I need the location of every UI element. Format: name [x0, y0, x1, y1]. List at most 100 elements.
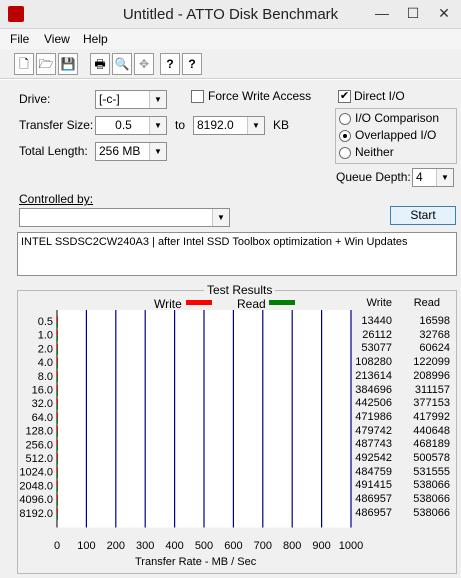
menu-bar: File View Help: [0, 29, 461, 49]
description-text: INTEL SSDSC2CW240A3 | after Intel SSD To…: [21, 236, 408, 248]
chevron-down-icon[interactable]: ▼: [149, 117, 166, 134]
read-value: 538066: [413, 506, 450, 519]
read-value: 60624: [419, 342, 450, 355]
x-tick-label: 400: [165, 540, 184, 552]
read-bar: [57, 459, 58, 465]
force-write-checkbox[interactable]: [191, 90, 204, 103]
help-icon[interactable]: ?: [160, 53, 180, 75]
read-value: 500578: [413, 452, 450, 464]
transfer-from-value: 0.5: [115, 118, 132, 132]
write-value: 108280: [355, 356, 392, 369]
write-value: 487743: [355, 438, 392, 451]
open-folder-icon[interactable]: 🗁: [36, 53, 56, 75]
print-preview-icon[interactable]: 🔍: [112, 53, 132, 75]
read-bar: [57, 322, 58, 328]
write-value: 384696: [355, 383, 392, 396]
chevron-down-icon[interactable]: ▼: [149, 91, 166, 108]
minimize-button[interactable]: —: [367, 0, 397, 26]
category-label: 8.0: [38, 371, 53, 383]
legend-write-label: Write: [154, 297, 182, 311]
menu-file[interactable]: File: [10, 32, 29, 46]
x-tick-label: 100: [77, 540, 96, 552]
x-axis-label: Transfer Rate - MB / Sec: [135, 556, 257, 568]
x-tick-label: 800: [283, 540, 302, 552]
read-value: 417992: [413, 410, 450, 423]
write-bar: [57, 426, 58, 432]
x-tick-label: 1000: [338, 540, 364, 552]
x-axis-ticks: 0 100 200 300 400 500 600 700 800 900 1000: [0, 540, 461, 556]
maximize-button[interactable]: ☐: [398, 0, 428, 26]
save-icon[interactable]: 💾: [58, 53, 78, 75]
read-bar: [57, 445, 58, 451]
category-label: 2048.0: [19, 480, 53, 492]
transfer-to-select[interactable]: 8192.0 ▼: [193, 116, 265, 135]
close-button[interactable]: ✕: [429, 0, 459, 26]
category-label: 32.0: [32, 398, 53, 410]
chevron-down-icon[interactable]: ▼: [436, 169, 453, 186]
queue-depth-select[interactable]: 4 ▼: [412, 168, 454, 187]
transfer-from-select[interactable]: 0.5 ▼: [95, 116, 167, 135]
x-tick-label: 200: [106, 540, 125, 552]
transfer-to-value: 8192.0: [197, 118, 234, 132]
io-comparison-radio[interactable]: [339, 113, 351, 125]
write-value: 213614: [355, 369, 392, 382]
write-bar: [57, 385, 58, 391]
description-textbox[interactable]: INTEL SSDSC2CW240A3 | after Intel SSD To…: [17, 232, 457, 276]
results-table: 13440 16598 26112 32768 53077 60624 108280 1220…: [340, 310, 455, 530]
new-file-icon[interactable]: 🗋: [14, 53, 34, 75]
column-header-read: Read: [413, 297, 440, 309]
controlled-by-select[interactable]: ▼: [19, 208, 230, 227]
category-label: 64.0: [32, 412, 53, 424]
drive-label: Drive:: [19, 92, 51, 106]
write-bar: [57, 508, 58, 514]
menu-help[interactable]: Help: [83, 32, 108, 46]
read-bar: [57, 500, 58, 506]
drive-select[interactable]: [-c-] ▼: [95, 90, 167, 109]
neither-radio[interactable]: [339, 147, 351, 159]
direct-io-label: Direct I/O: [354, 89, 405, 103]
write-bar: [57, 316, 58, 322]
write-value: 13440: [361, 315, 392, 327]
legend-write-swatch: [186, 300, 212, 305]
toolbar: 🗋 🗁 💾 🖶 🔍 ✥ ? ?: [0, 49, 461, 79]
category-label: 0.5: [38, 316, 53, 328]
read-value: 16598: [419, 315, 450, 327]
overlapped-io-label: Overlapped I/O: [355, 128, 437, 142]
read-value: 440648: [413, 424, 450, 437]
total-length-value: 256 MB: [99, 144, 141, 158]
start-button[interactable]: Start: [390, 206, 456, 225]
category-label: 16.0: [32, 385, 53, 397]
read-bar: [57, 335, 58, 342]
context-help-icon[interactable]: ?: [182, 53, 202, 75]
chevron-down-icon[interactable]: ▼: [149, 143, 166, 160]
chevron-down-icon[interactable]: ▼: [247, 117, 264, 134]
direct-io-checkbox[interactable]: ✔: [338, 90, 351, 103]
write-bar: [57, 357, 58, 364]
write-bar: [57, 330, 58, 336]
x-tick-label: 700: [253, 540, 272, 552]
read-value: 538066: [413, 479, 450, 492]
x-tick-label: 300: [136, 540, 155, 552]
title-bar: Untitled - ATTO Disk Benchmark — ☐ ✕: [0, 0, 461, 29]
category-label: 4.0: [38, 357, 53, 369]
read-bar: [57, 363, 58, 369]
write-bar: [57, 398, 58, 405]
chevron-down-icon[interactable]: ▼: [212, 209, 229, 226]
move-icon[interactable]: ✥: [134, 53, 154, 75]
x-tick-label: 600: [224, 540, 243, 552]
x-tick-label: 900: [312, 540, 331, 552]
total-length-label: Total Length:: [19, 144, 88, 158]
print-icon[interactable]: 🖶: [90, 53, 110, 75]
neither-label: Neither: [355, 145, 394, 159]
category-label: 4096.0: [19, 494, 53, 506]
total-length-select[interactable]: 256 MB ▼: [95, 142, 167, 161]
read-bar: [57, 472, 58, 479]
transfer-size-label: Transfer Size:: [19, 118, 94, 132]
overlapped-io-radio[interactable]: [339, 130, 351, 142]
write-bar: [57, 467, 58, 473]
kb-label: KB: [273, 118, 290, 132]
queue-depth-value: 4: [416, 170, 423, 184]
legend-read-swatch: [269, 300, 295, 305]
read-bar: [57, 513, 58, 520]
menu-view[interactable]: View: [44, 32, 70, 46]
